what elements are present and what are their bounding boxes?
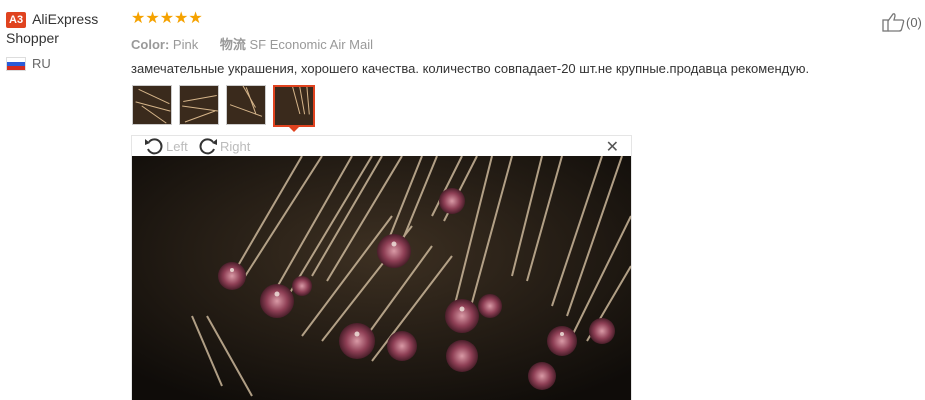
selected-indicator	[287, 125, 301, 132]
color-value: Pink	[172, 37, 199, 52]
photo-thumbnail[interactable]	[132, 85, 172, 125]
reviewer-name-row: A3 AliExpress Shopper	[6, 10, 116, 48]
review-body: ★★★★★ Color: Pink 物流 SF Economic Air Mai…	[131, 10, 851, 76]
rotate-right-label: Right	[220, 138, 251, 154]
photo-viewer: Left Right ✕	[131, 135, 632, 400]
flag-icon	[6, 56, 26, 71]
photo-thumbnail[interactable]	[179, 85, 219, 125]
rotate-right-button[interactable]: Right	[198, 137, 250, 155]
reviewer-info: A3 AliExpress Shopper RU	[6, 10, 116, 71]
review-photo	[132, 156, 631, 400]
helpful-count: (0)	[906, 14, 922, 30]
rotate-left-icon	[145, 138, 163, 155]
photo-thumbnails	[132, 85, 315, 127]
thumbs-up-icon	[882, 13, 905, 32]
shipping-label: 物流	[219, 37, 246, 52]
reviewer-country: RU	[6, 56, 116, 71]
country-code: RU	[32, 56, 51, 71]
hairpins-image	[132, 156, 631, 400]
star-rating: ★★★★★	[131, 10, 203, 27]
photo-thumbnail[interactable]	[226, 85, 266, 125]
rotate-left-button[interactable]: Left	[144, 137, 188, 155]
shipping-value: SF Economic Air Mail	[249, 37, 374, 52]
rotate-left-label: Left	[166, 138, 188, 154]
viewer-toolbar: Left Right ✕	[132, 136, 631, 156]
rotate-right-icon	[199, 138, 217, 155]
review-meta: Color: Pink 物流 SF Economic Air Mail	[131, 34, 851, 53]
level-badge: A3	[6, 11, 27, 28]
photo-thumbnail-selected[interactable]	[273, 85, 315, 127]
helpful-button[interactable]: (0)	[882, 12, 922, 32]
close-icon[interactable]: ✕	[606, 137, 619, 157]
review-text: замечательные украшения, хорошего качест…	[131, 61, 810, 76]
color-label: Color:	[131, 37, 170, 52]
